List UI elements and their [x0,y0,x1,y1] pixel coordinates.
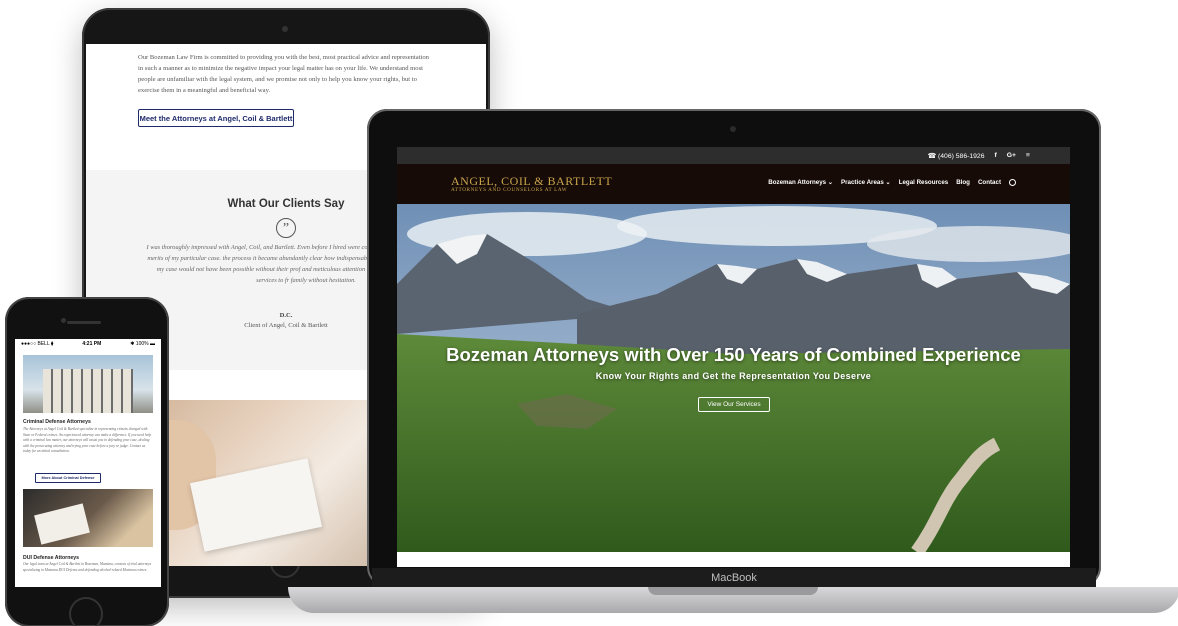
nav-item-practice-areas[interactable]: Practice Areas ⌄ [841,179,891,186]
dui-defense-text: Our legal team at Angel Coil & Bartlett … [23,562,152,572]
phone-status-bar: ●●●○○ BELL ⧫ 4:21 PM ✱ 100% ▬ [15,339,161,349]
search-icon[interactable] [1009,179,1016,186]
laptop-brand-label: MacBook [372,568,1096,588]
dui-defense-heading: DUI Defense Attorneys [23,555,80,561]
nav-item-blog[interactable]: Blog [956,179,970,186]
hero-subtitle: Know Your Rights and Get the Representat… [595,371,872,381]
phone-screen: ●●●○○ BELL ⧫ 4:21 PM ✱ 100% ▬ Criminal D… [15,339,161,587]
documents-image [23,489,153,547]
nav-item-contact[interactable]: Contact [978,179,1001,186]
nav-item-legal-resources[interactable]: Legal Resources [899,179,949,186]
meet-attorneys-button[interactable]: Meet the Attorneys at Angel, Coil & Bart… [138,109,294,127]
phone-camera [61,318,66,323]
carrier-signal: ●●●○○ BELL ⧫ [21,341,54,347]
view-services-button[interactable]: View Our Services [698,397,770,412]
hero-section: Bozeman Attorneys with Over 150 Years of… [397,204,1070,552]
nav-menu: Bozeman Attorneys ⌄ Practice Areas ⌄ Leg… [768,179,1016,186]
battery-indicator: ✱ 100% ▬ [130,341,155,347]
quote-icon: ” [276,218,296,238]
phone-home-button [69,597,103,626]
more-criminal-defense-button[interactable]: More About Criminal Defense [35,473,101,483]
courthouse-image [23,355,153,413]
phone-number[interactable]: ☎ (406) 586-1926 [928,152,985,160]
criminal-defense-heading: Criminal Defense Attorneys [23,419,91,425]
logo-name: ANGEL, COIL & BARTLETT [451,174,613,188]
google-plus-icon[interactable]: G+ [1007,152,1016,159]
rss-icon[interactable]: ≡ [1026,152,1030,159]
status-time: 4:21 PM [82,341,102,347]
tablet-camera [282,26,288,32]
phone-speaker [67,321,101,324]
facebook-icon[interactable]: f [995,152,997,159]
laptop-base [288,587,1178,613]
laptop-camera [730,126,736,132]
main-navigation: ANGEL, COIL & BARTLETT ATTORNEYS AND COU… [397,164,1070,204]
nav-item-bozeman-attorneys[interactable]: Bozeman Attorneys ⌄ [768,179,833,186]
laptop-screen: ☎ (406) 586-1926 f G+ ≡ ANGEL, COIL & BA… [397,147,1070,567]
page-bottom-strip [397,552,1070,567]
intro-paragraph: Our Bozeman Law Firm is committed to pro… [138,54,429,94]
site-logo[interactable]: ANGEL, COIL & BARTLETT ATTORNEYS AND COU… [451,175,612,193]
top-bar: ☎ (406) 586-1926 f G+ ≡ [397,147,1070,164]
criminal-defense-text: The Attorneys at Angel Coil & Bartlett s… [23,427,152,454]
hero-title: Bozeman Attorneys with Over 150 Years of… [446,344,1021,365]
